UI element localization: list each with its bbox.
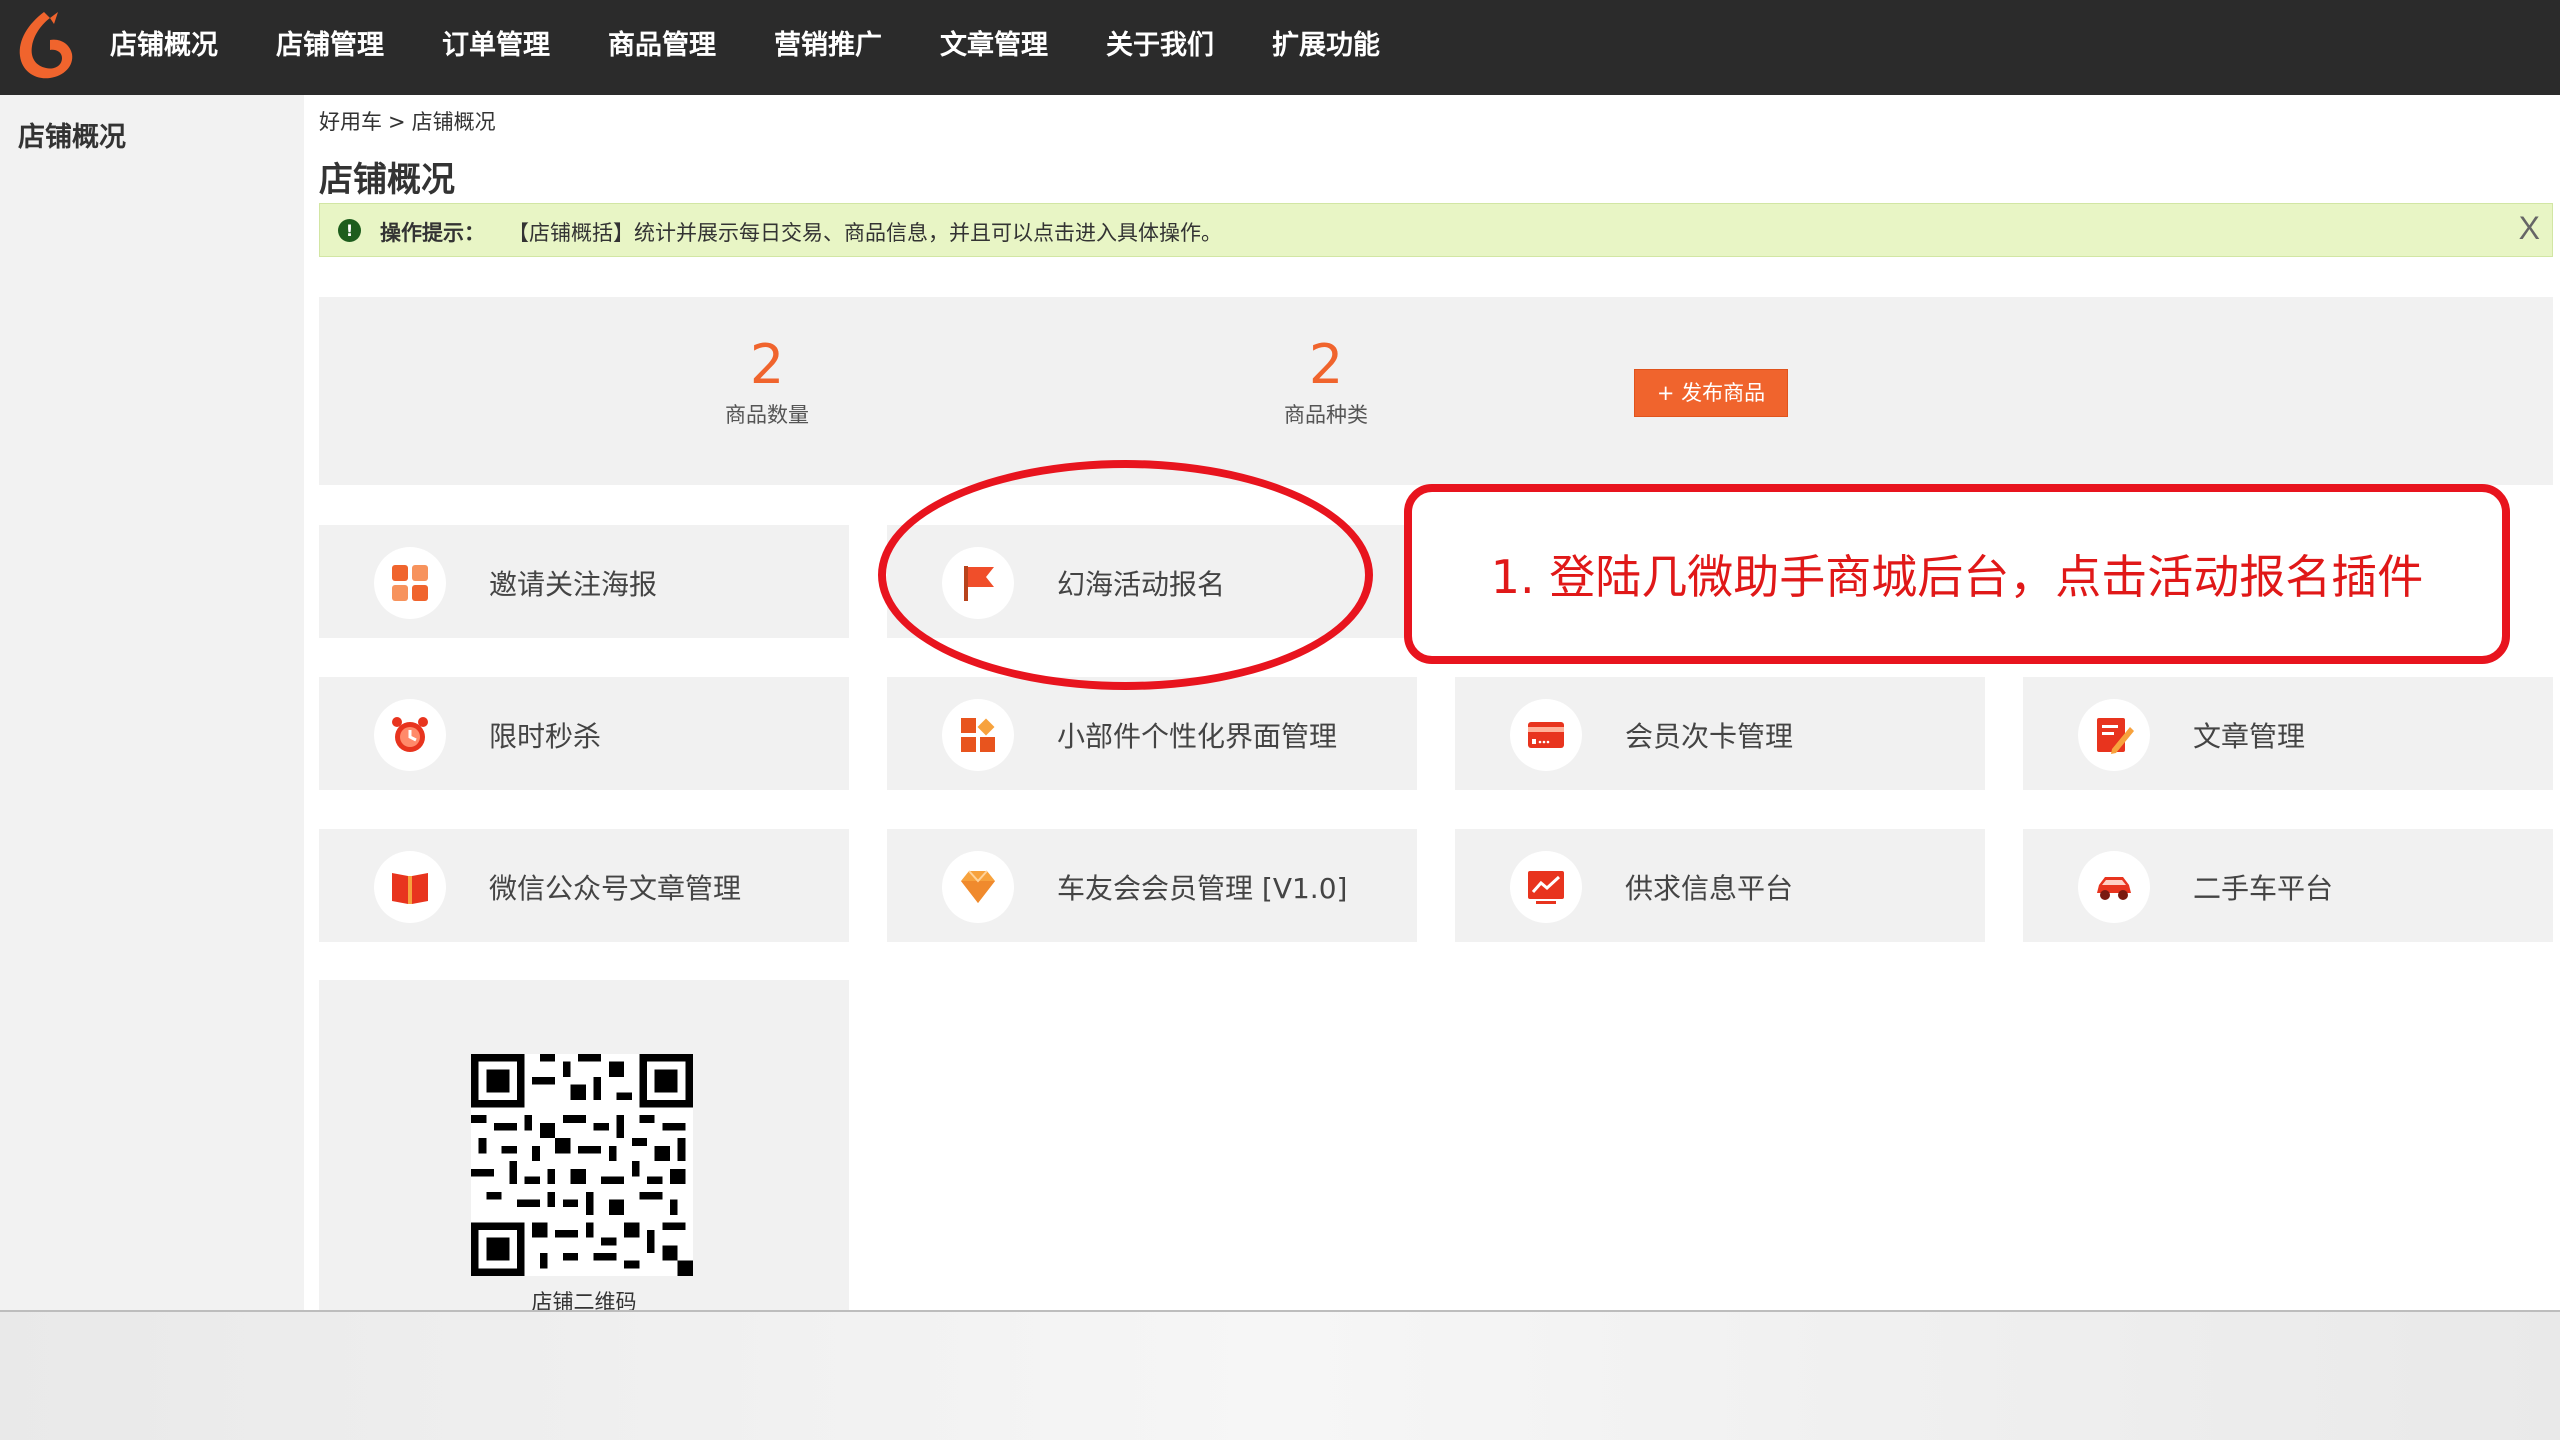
stat-product-types-value: 2 xyxy=(1308,333,1344,396)
bottom-strip xyxy=(0,1310,2560,1440)
qr-code-icon[interactable] xyxy=(471,1054,693,1276)
breadcrumb-root[interactable]: 好用车 xyxy=(319,110,382,134)
tip-banner: ! 操作提示： 【店铺概括】统计并展示每日交易、商品信息，并且可以点击进入具体操… xyxy=(319,203,2553,257)
nav-store-overview[interactable]: 店铺概况 xyxy=(110,26,218,66)
tile-label: 限时秒杀 xyxy=(489,720,602,753)
tile-invite-poster[interactable]: 邀请关注海报 xyxy=(319,525,849,638)
page-title: 店铺概况 xyxy=(319,160,455,200)
car-icon xyxy=(2078,851,2150,923)
stat-product-count-value: 2 xyxy=(749,333,785,396)
tile-label: 小部件个性化界面管理 xyxy=(1057,720,1338,753)
qr-panel: 店铺二维码 xyxy=(319,980,849,1314)
tip-label: 操作提示： xyxy=(380,221,485,245)
sidebar: 店铺概况 xyxy=(0,95,304,1310)
nav-article-management[interactable]: 文章管理 xyxy=(940,26,1048,66)
tile-label: 微信公众号文章管理 xyxy=(489,872,742,905)
tile-label: 车友会会员管理 [V1.0] xyxy=(1057,872,1348,905)
tile-label: 文章管理 xyxy=(2193,720,2306,753)
top-navbar: 店铺概况 店铺管理 订单管理 商品管理 营销推广 文章管理 关于我们 扩展功能 xyxy=(0,0,2560,95)
edit-article-icon xyxy=(2078,699,2150,771)
trend-chart-icon xyxy=(1510,851,1582,923)
breadcrumb: 好用车 > 店铺概况 xyxy=(319,106,496,136)
tile-article-management[interactable]: 文章管理 xyxy=(2023,677,2553,790)
flag-icon xyxy=(942,547,1014,619)
tile-used-car-platform[interactable]: 二手车平台 xyxy=(2023,829,2553,942)
stats-panel: 2 商品数量 2 商品种类 + 发布商品 xyxy=(319,297,2553,485)
annotation-text: 1. 登陆几微助手商城后台，点击活动报名插件 xyxy=(1490,550,2424,604)
nav-store-management[interactable]: 店铺管理 xyxy=(276,26,384,66)
member-card-icon xyxy=(1510,699,1582,771)
tile-member-card-management[interactable]: 会员次卡管理 xyxy=(1455,677,1985,790)
tile-supply-demand-platform[interactable]: 供求信息平台 xyxy=(1455,829,1985,942)
stat-product-types-label: 商品种类 xyxy=(1284,403,1368,427)
annotation-callout: 1. 登陆几微助手商城后台，点击活动报名插件 xyxy=(1404,484,2510,664)
poster-grid-icon xyxy=(374,547,446,619)
publish-product-button[interactable]: + 发布商品 xyxy=(1634,369,1788,417)
nav-marketing[interactable]: 营销推广 xyxy=(774,26,882,66)
nav-product-management[interactable]: 商品管理 xyxy=(608,26,716,66)
tile-label: 供求信息平台 xyxy=(1625,872,1794,905)
breadcrumb-current: 店铺概况 xyxy=(411,110,496,134)
stat-product-types[interactable]: 2 商品种类 xyxy=(1176,335,1476,429)
breadcrumb-separator: > xyxy=(388,110,406,134)
open-book-icon xyxy=(374,851,446,923)
nav-extensions[interactable]: 扩展功能 xyxy=(1272,26,1380,66)
tile-wechat-article-management[interactable]: 微信公众号文章管理 xyxy=(319,829,849,942)
widget-blocks-icon xyxy=(942,699,1014,771)
info-icon: ! xyxy=(338,219,361,242)
tile-label: 会员次卡管理 xyxy=(1625,720,1794,753)
tile-label: 幻海活动报名 xyxy=(1057,568,1226,601)
nav-about-us[interactable]: 关于我们 xyxy=(1106,26,1214,66)
nav-order-management[interactable]: 订单管理 xyxy=(442,26,550,66)
diamond-icon xyxy=(942,851,1014,923)
tip-text: 【店铺概括】统计并展示每日交易、商品信息，并且可以点击进入具体操作。 xyxy=(508,221,1222,245)
tile-car-club-member-management[interactable]: 车友会会员管理 [V1.0] xyxy=(887,829,1417,942)
tile-label: 二手车平台 xyxy=(2193,872,2334,905)
brand-logo-icon[interactable] xyxy=(14,10,76,80)
tile-widget-ui-management[interactable]: 小部件个性化界面管理 xyxy=(887,677,1417,790)
sidebar-item-store-overview[interactable]: 店铺概况 xyxy=(18,115,126,154)
alarm-clock-icon xyxy=(374,699,446,771)
tile-event-signup[interactable]: 幻海活动报名 xyxy=(887,525,1417,638)
tile-flash-sale[interactable]: 限时秒杀 xyxy=(319,677,849,790)
stat-product-count-label: 商品数量 xyxy=(725,403,809,427)
tile-label: 邀请关注海报 xyxy=(489,568,658,601)
close-tip-button[interactable]: X xyxy=(2519,210,2540,247)
stat-product-count[interactable]: 2 商品数量 xyxy=(617,335,917,429)
